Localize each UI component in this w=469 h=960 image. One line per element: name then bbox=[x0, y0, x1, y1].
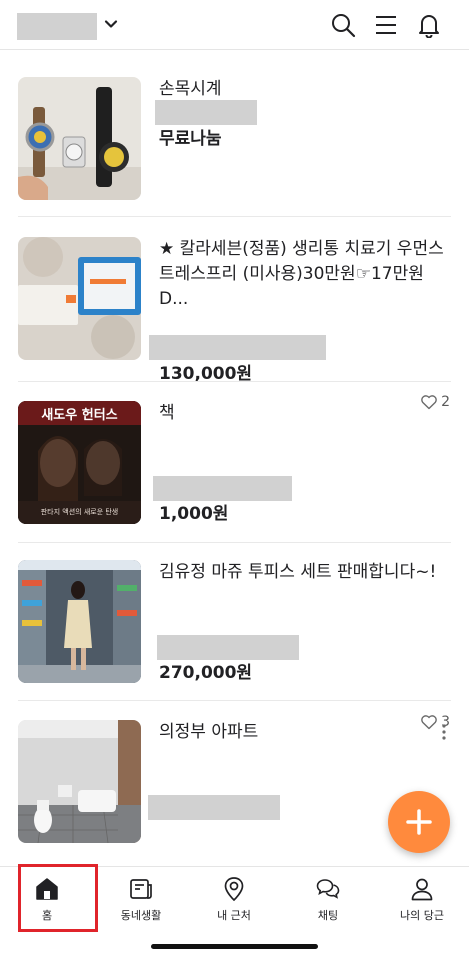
top-app-bar bbox=[0, 0, 469, 50]
product-thumbnail: 새도우 헌터스 판타지 액션의 새로운 탄생 bbox=[18, 401, 141, 524]
item-title: 김유정 마쥬 투피스 세트 판매합니다~! bbox=[159, 562, 437, 582]
chevron-down-icon[interactable] bbox=[103, 16, 119, 32]
item-meta-redacted bbox=[153, 476, 292, 501]
product-thumbnail bbox=[18, 720, 141, 843]
item-price: 270,000원 bbox=[159, 663, 253, 683]
tab-neighborhood[interactable]: 동네생활 bbox=[94, 867, 188, 933]
item-title: 손목시계 bbox=[159, 79, 222, 99]
product-thumbnail bbox=[18, 77, 141, 200]
tab-label: 나의 당근 bbox=[400, 909, 444, 922]
item-meta-redacted bbox=[155, 100, 257, 125]
tab-my-profile[interactable]: 나의 당근 bbox=[375, 867, 469, 933]
more-options-icon[interactable] bbox=[441, 723, 447, 741]
neighborhood-icon bbox=[130, 879, 152, 899]
list-item[interactable]: ★ 칼라세븐(정품) 생리통 치료기 우먼스 트레스프리 (미사용)30만원☞1… bbox=[0, 217, 469, 410]
product-thumbnail bbox=[18, 560, 141, 683]
book-cover-subtitle: 판타지 액션의 새로운 탄생 bbox=[40, 508, 119, 516]
book-cover-title: 새도우 헌터스 bbox=[41, 408, 118, 423]
item-price: 1,000원 bbox=[159, 504, 229, 524]
location-selector[interactable] bbox=[17, 13, 97, 40]
item-title: ★ 칼라세븐(정품) 생리통 치료기 우먼스 트레스프리 (미사용)30만원☞1… bbox=[159, 239, 444, 309]
item-title: 의정부 아파트 bbox=[159, 722, 259, 742]
product-thumbnail bbox=[18, 237, 141, 360]
list-item[interactable]: 손목시계 무료나눔 bbox=[0, 51, 469, 217]
search-icon[interactable] bbox=[330, 12, 356, 38]
tab-label: 내 근처 bbox=[217, 909, 251, 922]
profile-icon bbox=[411, 878, 433, 901]
list-item[interactable]: 새도우 헌터스 판타지 액션의 새로운 탄생 책 1,000원 bbox=[0, 382, 469, 543]
bell-icon[interactable] bbox=[416, 12, 442, 38]
chat-icon bbox=[316, 879, 340, 899]
home-indicator[interactable] bbox=[151, 944, 318, 949]
tab-chat[interactable]: 채팅 bbox=[281, 867, 375, 933]
tab-label: 채팅 bbox=[317, 909, 339, 922]
item-meta-redacted bbox=[157, 635, 299, 660]
add-post-button[interactable] bbox=[388, 791, 450, 853]
item-meta-redacted bbox=[148, 795, 280, 820]
item-meta-redacted bbox=[149, 335, 326, 360]
location-pin-icon bbox=[224, 877, 244, 902]
item-price: 무료나눔 bbox=[159, 129, 222, 149]
plus-icon bbox=[406, 809, 432, 835]
list-item[interactable]: 김유정 마쥬 투피스 세트 판매합니다~! 270,000원 3 bbox=[0, 543, 469, 730]
menu-icon[interactable] bbox=[373, 12, 399, 38]
tab-nearby[interactable]: 내 근처 bbox=[187, 867, 281, 933]
tab-label: 동네생활 bbox=[120, 909, 162, 922]
home-tab-highlight bbox=[18, 864, 98, 932]
item-title: 책 bbox=[159, 403, 175, 423]
